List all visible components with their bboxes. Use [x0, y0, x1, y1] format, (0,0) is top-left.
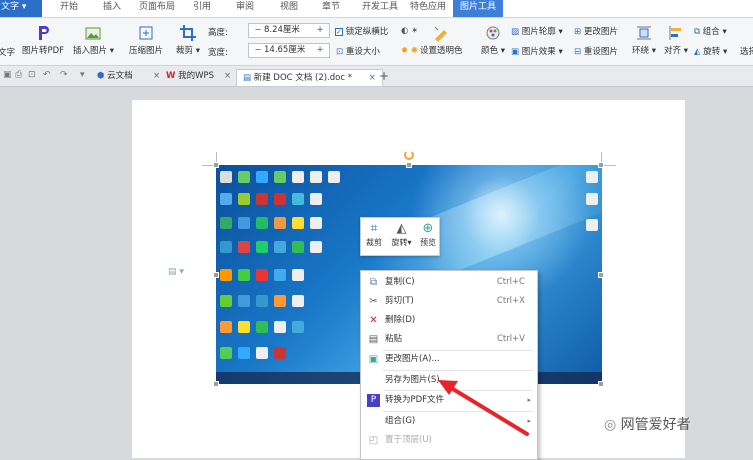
wechat-logo-icon: ◎ [604, 417, 617, 433]
red-arrow-annotation [438, 380, 529, 436]
watermark-text: 网管爱好者 [620, 417, 691, 433]
watermark: ◎ 网管爱好者 [604, 414, 691, 434]
